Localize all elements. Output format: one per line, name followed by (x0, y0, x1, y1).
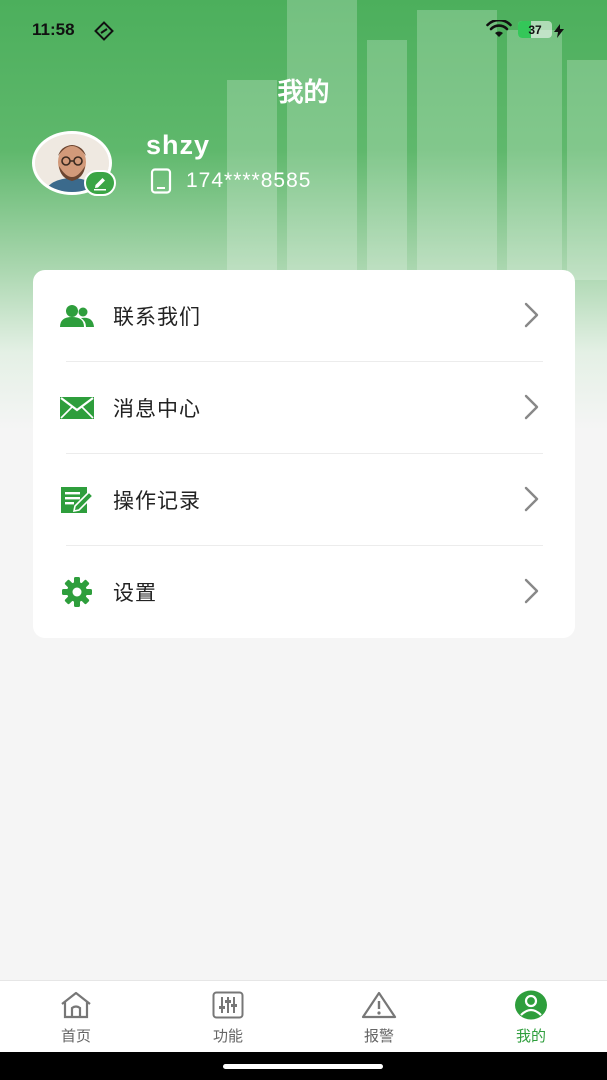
phone-row: 174****8585 (150, 168, 311, 194)
sliders-icon (210, 990, 246, 1020)
phone-icon (150, 168, 172, 194)
wifi-icon (486, 18, 512, 42)
edit-log-icon (59, 484, 95, 516)
menu-item-message-center[interactable]: 消息中心 (33, 362, 575, 454)
contacts-icon (59, 300, 95, 332)
home-indicator[interactable] (223, 1064, 383, 1069)
tab-home[interactable]: 首页 (0, 981, 152, 1053)
edit-avatar-button[interactable] (84, 170, 116, 196)
user-icon (513, 990, 549, 1020)
charging-bolt-icon (554, 23, 564, 42)
menu-item-operation-log[interactable]: 操作记录 (33, 454, 575, 546)
status-bar: 11:58 37 (0, 0, 607, 60)
tab-label: 报警 (363, 1027, 394, 1045)
phone-number: 174****8585 (186, 169, 312, 192)
menu-item-contact-us[interactable]: 联系我们 (33, 270, 575, 362)
tab-mine[interactable]: 我的 (455, 981, 607, 1053)
menu-card: 联系我们 消息中心 操作记录 设置 (33, 270, 575, 638)
tab-label: 首页 (60, 1027, 91, 1045)
tab-functions[interactable]: 功能 (152, 981, 304, 1053)
username: shzy (146, 130, 211, 160)
page-title: 我的 (277, 78, 330, 108)
status-time: 11:58 (32, 20, 75, 39)
warning-icon (361, 990, 397, 1020)
tab-bar: 首页 功能 报警 我的 (0, 980, 607, 1052)
menu-item-label: 联系我们 (113, 305, 201, 329)
tab-alarm[interactable]: 报警 (303, 981, 455, 1053)
gear-icon (59, 576, 95, 608)
battery-indicator: 37 (518, 21, 552, 38)
mail-icon (59, 392, 95, 424)
tab-label: 我的 (515, 1027, 546, 1045)
menu-item-label: 操作记录 (113, 489, 201, 513)
avatar[interactable] (32, 131, 116, 196)
home-icon (58, 990, 94, 1020)
chevron-right-icon (523, 394, 539, 424)
menu-item-settings[interactable]: 设置 (33, 546, 575, 638)
pencil-icon (94, 178, 106, 191)
chevron-right-icon (523, 578, 539, 608)
chevron-right-icon (523, 302, 539, 332)
navigation-icon (94, 21, 114, 45)
chevron-right-icon (523, 486, 539, 516)
menu-item-label: 消息中心 (113, 397, 201, 421)
tab-label: 功能 (212, 1027, 243, 1045)
battery-level-text: 37 (528, 22, 542, 37)
menu-item-label: 设置 (113, 581, 157, 605)
